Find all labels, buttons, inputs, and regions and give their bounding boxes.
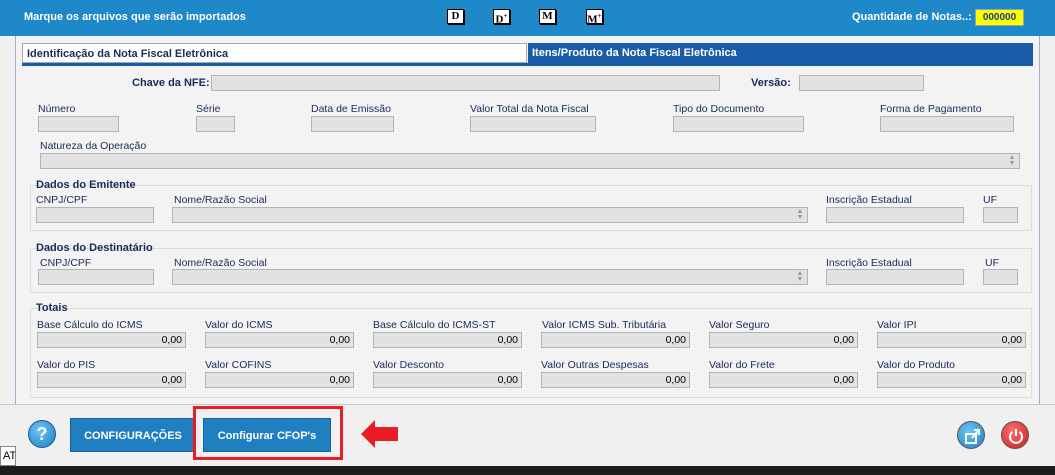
tab-identificacao[interactable]: Identificação da Nota Fiscal Eletrônica	[22, 43, 527, 63]
emitente-ie-label: Inscrição Estadual	[826, 194, 912, 206]
destinatario-cnpj-label: CNPJ/CPF	[40, 257, 92, 269]
base-icms-field[interactable]: 0,00	[37, 332, 186, 348]
chave-label: Chave da NFE:	[132, 77, 210, 89]
tab-underline	[22, 63, 1033, 66]
totais-title: Totais	[36, 302, 68, 314]
help-icon[interactable]: ?	[28, 420, 56, 448]
natureza-label: Natureza da Operação	[40, 140, 147, 152]
forma-pagamento-field[interactable]	[880, 116, 1014, 132]
valor-icms-label: Valor do ICMS	[205, 319, 273, 331]
chave-field[interactable]	[211, 75, 720, 91]
valor-produto-field[interactable]: 0,00	[877, 372, 1026, 388]
valor-pis-label: Valor do PIS	[37, 359, 96, 371]
icms-sub-tributaria-label: Valor ICMS Sub. Tributária	[542, 319, 667, 331]
header-title: Marque os arquivos que serão importados	[24, 11, 246, 23]
versao-label: Versão:	[751, 77, 791, 89]
valor-desconto-field[interactable]: 0,00	[373, 372, 522, 388]
emitente-title: Dados do Emitente	[36, 179, 136, 191]
valor-cofins-field[interactable]: 0,00	[205, 372, 354, 388]
destinatario-ie-field[interactable]	[826, 269, 964, 285]
serie-label: Série	[196, 103, 221, 115]
outras-despesas-field[interactable]: 0,00	[541, 372, 690, 388]
valor-pis-field[interactable]: 0,00	[37, 372, 186, 388]
hotkey-d-button[interactable]: D	[447, 9, 464, 24]
tipo-documento-label: Tipo do Documento	[673, 103, 765, 115]
valor-seguro-label: Valor Seguro	[709, 319, 770, 331]
emitente-uf-field[interactable]	[983, 207, 1018, 223]
emitente-nome-label: Nome/Razão Social	[174, 194, 267, 206]
destinatario-uf-field[interactable]	[983, 269, 1018, 285]
valor-cofins-label: Valor COFINS	[205, 359, 272, 371]
hotkey-m-plus-button[interactable]: M+	[586, 9, 603, 26]
versao-field[interactable]	[799, 75, 924, 91]
emitente-cnpj-field[interactable]	[36, 207, 154, 223]
tab-itens-produto-label: Itens/Produto da Nota Fiscal Eletrônica	[532, 47, 737, 59]
tipo-documento-field[interactable]	[673, 116, 804, 132]
emitente-uf-label: UF	[983, 194, 997, 206]
hotkey-m-button[interactable]: M	[539, 9, 556, 24]
edge-text-fragment: AT	[0, 446, 16, 466]
tab-identificacao-label: Identificação da Nota Fiscal Eletrônica	[27, 48, 229, 60]
forma-pagamento-label: Forma de Pagamento	[880, 103, 982, 115]
valor-produto-label: Valor do Produto	[877, 359, 956, 371]
natureza-field[interactable]: ▲ ▼	[40, 153, 1020, 169]
emitente-nome-scroll-icon[interactable]: ▲ ▼	[794, 208, 806, 221]
destinatario-ie-label: Inscrição Estadual	[826, 257, 912, 269]
quantity-label: Quantidade de Notas..:	[852, 11, 972, 23]
valor-frete-label: Valor do Frete	[709, 359, 775, 371]
data-emissao-label: Data de Emissão	[311, 103, 391, 115]
outras-despesas-label: Valor Outras Despesas	[541, 359, 649, 371]
numero-label: Número	[38, 103, 76, 115]
valor-total-label: Valor Total da Nota Fiscal	[470, 103, 589, 115]
tab-strip: Identificação da Nota Fiscal Eletrônica …	[22, 43, 1033, 63]
valor-frete-field[interactable]: 0,00	[709, 372, 858, 388]
destinatario-cnpj-field[interactable]	[38, 269, 154, 285]
emitente-ie-field[interactable]	[826, 207, 964, 223]
tab-itens-produto[interactable]: Itens/Produto da Nota Fiscal Eletrônica	[528, 43, 1033, 63]
hotkey-m-plus-label: M	[587, 13, 598, 26]
arrow-left-icon	[361, 420, 398, 448]
hotkey-d-plus-button[interactable]: D+	[493, 9, 510, 26]
configuracoes-button[interactable]: CONFIGURAÇÕES	[70, 418, 196, 452]
destinatario-nome-field[interactable]: ▲ ▼	[172, 269, 808, 285]
destinatario-title: Dados do Destinatário	[36, 242, 153, 254]
quantity-value: 000000	[975, 9, 1024, 26]
serie-field[interactable]	[196, 116, 235, 132]
natureza-scroll-icon[interactable]: ▲ ▼	[1006, 154, 1018, 167]
power-icon[interactable]	[1001, 421, 1029, 449]
destinatario-nome-scroll-icon[interactable]: ▲ ▼	[794, 270, 806, 283]
valor-ipi-label: Valor IPI	[877, 319, 917, 331]
valor-total-field[interactable]	[470, 116, 596, 132]
emitente-nome-field[interactable]: ▲ ▼	[172, 207, 808, 223]
valor-icms-field[interactable]: 0,00	[205, 332, 354, 348]
destinatario-uf-label: UF	[985, 257, 999, 269]
header-bar: Marque os arquivos que serão importados …	[0, 0, 1055, 36]
data-emissao-field[interactable]	[311, 116, 394, 132]
valor-desconto-label: Valor Desconto	[373, 359, 445, 371]
numero-field[interactable]	[38, 116, 119, 132]
valor-ipi-field[interactable]: 0,00	[877, 332, 1026, 348]
base-icms-label: Base Cálculo do ICMS	[37, 319, 143, 331]
destinatario-nome-label: Nome/Razão Social	[174, 257, 267, 269]
os-taskbar	[0, 466, 1055, 475]
highlight-box	[193, 406, 343, 460]
valor-seguro-field[interactable]: 0,00	[709, 332, 858, 348]
icms-sub-tributaria-field[interactable]: 0,00	[541, 332, 690, 348]
base-icms-st-field[interactable]: 0,00	[373, 332, 522, 348]
emitente-cnpj-label: CNPJ/CPF	[36, 194, 88, 206]
export-icon[interactable]	[957, 421, 985, 449]
base-icms-st-label: Base Cálculo do ICMS-ST	[373, 319, 496, 331]
